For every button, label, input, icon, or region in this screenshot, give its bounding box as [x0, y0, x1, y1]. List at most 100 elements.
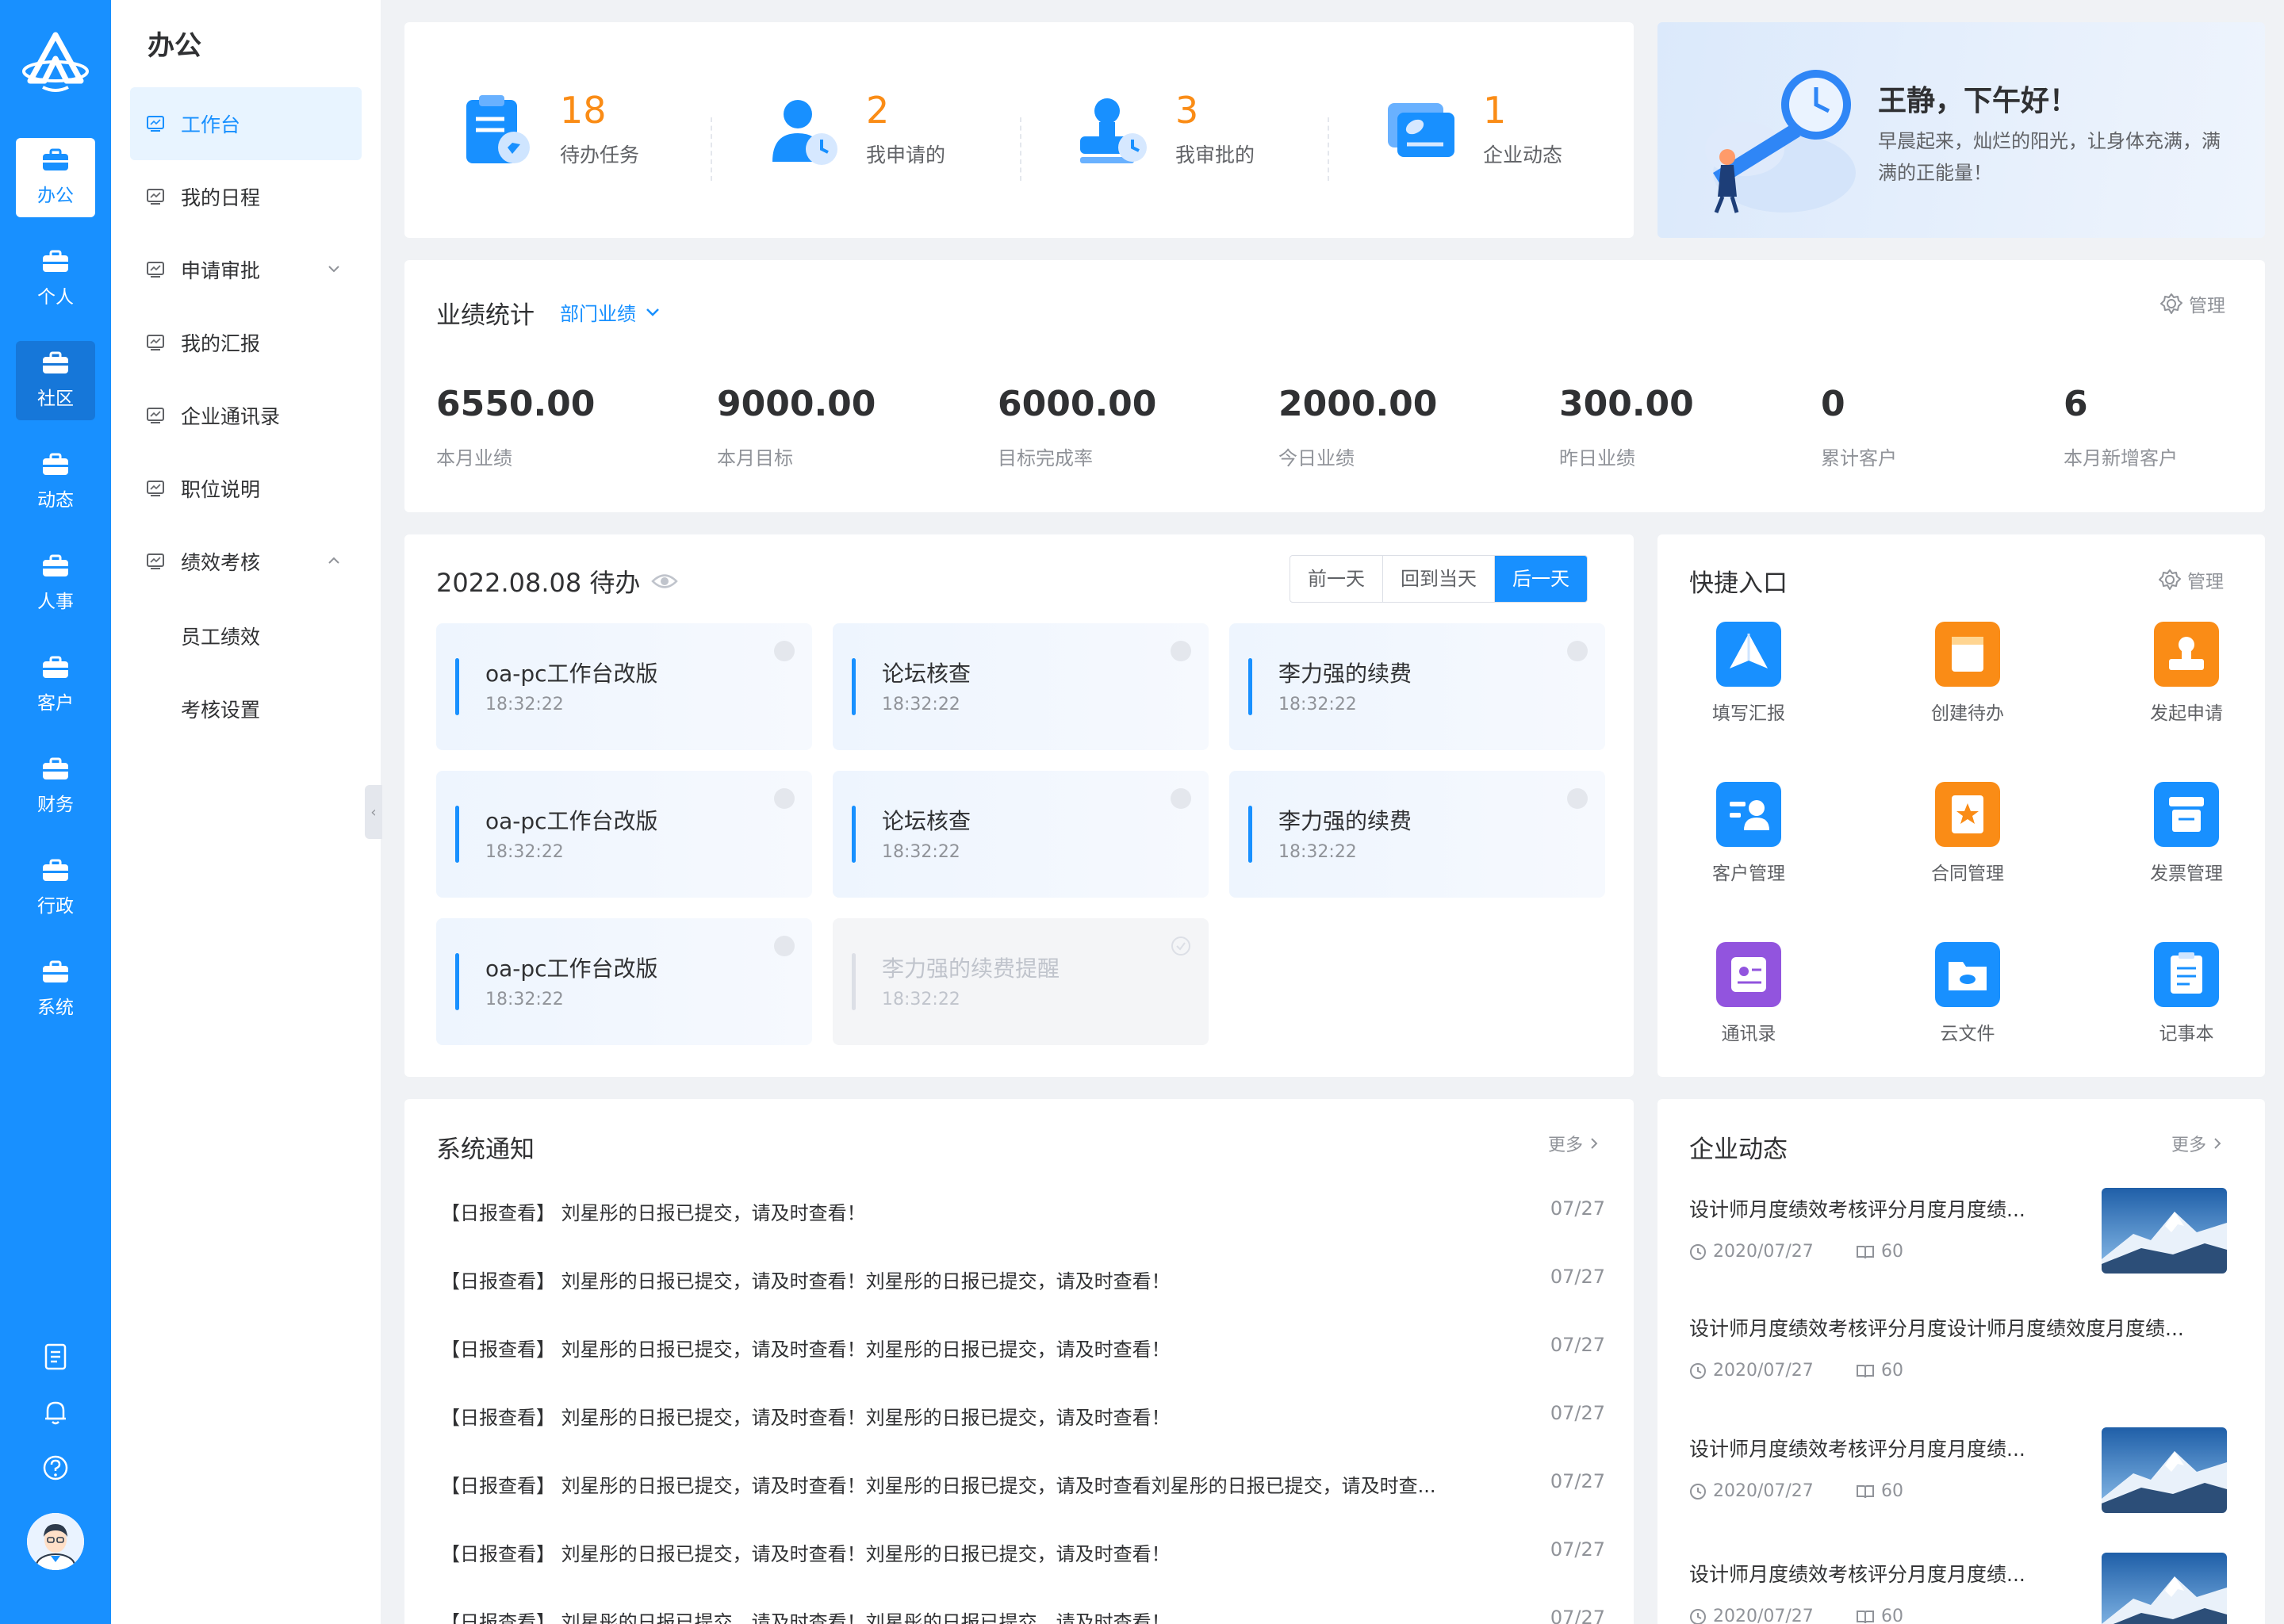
rail-item-admin[interactable]: 行政: [16, 848, 95, 928]
quick-entry-item[interactable]: 合同管理: [1900, 782, 2035, 885]
stat-value: 3: [1175, 89, 1199, 132]
quick-entry-item[interactable]: 记事本: [2119, 942, 2254, 1045]
notice-row[interactable]: 【日报查看】 刘星彤的日报已提交，请及时查看！刘星彤的日报已提交，请及时查看！ 0…: [441, 1538, 1605, 1566]
rail-item-system[interactable]: 系统: [16, 950, 95, 1029]
todo-item[interactable]: oa-pc工作台改版 18:32:22: [436, 771, 812, 898]
news-date-text: 2020/07/27: [1713, 1481, 1814, 1501]
quick-entry-label: 发起申请: [2150, 703, 2223, 724]
todo-item-time: 18:32:22: [882, 842, 960, 862]
quick-entry-item[interactable]: 云文件: [1900, 942, 2035, 1045]
notice-row[interactable]: 【日报查看】 刘星彤的日报已提交，请及时查看！刘星彤的日报已提交，请及时查看！ 0…: [441, 1334, 1605, 1362]
stat-my-approvals[interactable]: 3 我审批的: [1075, 11, 1255, 249]
sidebar-item-label: 我的日程: [181, 186, 261, 209]
todo-item[interactable]: oa-pc工作台改版 18:32:22: [436, 918, 812, 1045]
greeting-title: 王静，下午好！: [1878, 85, 2079, 117]
stat-my-applications[interactable]: 2 我申请的: [766, 11, 945, 249]
app-logo[interactable]: [19, 29, 92, 95]
notice-more-link[interactable]: 更多: [1548, 1131, 1600, 1156]
check-icon[interactable]: [1171, 936, 1191, 956]
metric-value: 6: [2064, 384, 2088, 424]
quick-entry-item[interactable]: 创建待办: [1900, 622, 2035, 725]
performance-manage-button[interactable]: 管理: [2160, 290, 2225, 317]
news-date: 2020/07/27: [1689, 1361, 1814, 1381]
clock-icon: [1690, 1362, 1706, 1379]
news-item-title[interactable]: 设计师月度绩效考核评分月度月度绩...: [1689, 1559, 2025, 1588]
bell-icon[interactable]: [0, 1399, 111, 1426]
sidebar-item-workbench[interactable]: 工作台: [130, 87, 362, 160]
metric-value: 9000.00: [717, 384, 876, 424]
book-icon: [1857, 1610, 1874, 1623]
todo-complete-toggle[interactable]: [1567, 788, 1588, 809]
todo-complete-toggle[interactable]: [1171, 788, 1191, 809]
notice-row[interactable]: 【日报查看】 刘星彤的日报已提交，请及时查看！刘星彤的日报已提交，请及时查看！ 0…: [441, 1266, 1605, 1293]
todo-accent-bar: [1248, 806, 1252, 863]
rail-item-finance[interactable]: 财务: [16, 747, 95, 826]
news-thumbnail[interactable]: [2102, 1553, 2227, 1624]
sidebar-subitem-employee-performance[interactable]: 员工绩效: [181, 622, 260, 650]
rail-item-customer[interactable]: 客户: [16, 645, 95, 725]
user-clock-icon: [772, 100, 837, 165]
quick-entry-item[interactable]: 填写汇报: [1681, 622, 1816, 725]
sidebar-item-approvals[interactable]: 申请审批: [130, 233, 362, 306]
user-avatar[interactable]: [27, 1513, 84, 1570]
todo-complete-toggle[interactable]: [1567, 641, 1588, 661]
briefcase-icon: [43, 554, 68, 576]
notice-row[interactable]: 【日报查看】 刘星彤的日报已提交，请及时查看！刘星彤的日报已提交，请及时查看！ 0…: [441, 1607, 1605, 1624]
sidebar-subitem-assessment-settings[interactable]: 考核设置: [181, 695, 260, 723]
news-date-text: 2020/07/27: [1713, 1242, 1814, 1262]
todo-complete-toggle[interactable]: [774, 936, 795, 956]
notice-row[interactable]: 【日报查看】 刘星彤的日报已提交，请及时查看！刘星彤的日报已提交，请及时查看！ 0…: [441, 1402, 1605, 1430]
stat-enterprise-news[interactable]: 1 企业动态: [1383, 11, 1562, 249]
today-button[interactable]: 回到当天: [1383, 556, 1495, 602]
news-more-link[interactable]: 更多: [2171, 1131, 2223, 1156]
briefcase-icon: [43, 351, 68, 373]
todo-item-title: 李力强的续费: [1278, 808, 1412, 834]
quick-entry-item[interactable]: 通讯录: [1681, 942, 1816, 1045]
rail-item-personal[interactable]: 个人: [16, 239, 95, 319]
clock-icon: [1690, 1483, 1706, 1500]
sidebar-collapse-toggle[interactable]: ‹: [365, 785, 382, 839]
rail-item-office[interactable]: 办公: [16, 138, 95, 217]
bills-icon[interactable]: [0, 1343, 111, 1370]
news-thumbnail[interactable]: [2102, 1188, 2227, 1274]
news-item-title[interactable]: 设计师月度绩效考核评分月度月度绩...: [1689, 1434, 2025, 1462]
performance-filter-dropdown[interactable]: 部门业绩: [560, 298, 661, 326]
todo-item[interactable]: 论坛核查 18:32:22: [833, 771, 1209, 898]
todo-complete-toggle[interactable]: [1171, 641, 1191, 661]
stat-label: 我审批的: [1175, 144, 1255, 167]
quick-entry-item[interactable]: 发起申请: [2119, 622, 2254, 725]
stat-pending-tasks[interactable]: 18 待办任务: [460, 11, 639, 249]
metric-label: 昨日业绩: [1559, 447, 1635, 469]
quick-manage-button[interactable]: 管理: [2159, 566, 2224, 593]
news-item-title[interactable]: 设计师月度绩效考核评分月度设计师月度绩效度月度绩...: [1689, 1313, 2184, 1342]
todo-item[interactable]: 论坛核查 18:32:22: [833, 623, 1209, 750]
help-icon[interactable]: [0, 1454, 111, 1481]
todo-item[interactable]: 李力强的续费提醒 18:32:22: [833, 918, 1209, 1045]
sidebar-item-job-description[interactable]: 职位说明: [130, 452, 362, 525]
rail-item-hr[interactable]: 人事: [16, 544, 95, 623]
news-thumbnail[interactable]: [2102, 1427, 2227, 1513]
sidebar-item-performance-review[interactable]: 绩效考核: [130, 525, 362, 598]
todo-complete-toggle[interactable]: [774, 641, 795, 661]
todo-item[interactable]: 李力强的续费 18:32:22: [1229, 771, 1605, 898]
notice-row[interactable]: 【日报查看】 刘星彤的日报已提交，请及时查看！ 07/27: [441, 1197, 1605, 1225]
todo-item-time: 18:32:22: [485, 990, 564, 1009]
next-day-button[interactable]: 后一天: [1495, 556, 1587, 602]
notice-row[interactable]: 【日报查看】 刘星彤的日报已提交，请及时查看！刘星彤的日报已提交，请及时查看刘星…: [441, 1470, 1605, 1498]
sidebar-item-directory[interactable]: 企业通讯录: [130, 379, 362, 452]
rail-item-community[interactable]: 社区: [16, 341, 95, 420]
todo-item[interactable]: 李力强的续费 18:32:22: [1229, 623, 1605, 750]
rail-item-feed[interactable]: 动态: [16, 442, 95, 522]
eye-icon[interactable]: [651, 573, 679, 590]
quick-entry-item[interactable]: 客户管理: [1681, 782, 1816, 885]
quick-entry-item[interactable]: 发票管理: [2119, 782, 2254, 885]
metric-value: 6550.00: [436, 384, 596, 424]
sidebar-item-my-schedule[interactable]: 我的日程: [130, 160, 362, 233]
todo-item-title: 李力强的续费提醒: [882, 956, 1060, 982]
sidebar-item-my-reports[interactable]: 我的汇报: [130, 306, 362, 379]
todo-complete-toggle[interactable]: [774, 788, 795, 809]
prev-day-button[interactable]: 前一天: [1290, 556, 1383, 602]
news-item-title[interactable]: 设计师月度绩效考核评分月度月度绩...: [1689, 1194, 2025, 1223]
news-views-text: 60: [1881, 1242, 1903, 1262]
todo-item[interactable]: oa-pc工作台改版 18:32:22: [436, 623, 812, 750]
